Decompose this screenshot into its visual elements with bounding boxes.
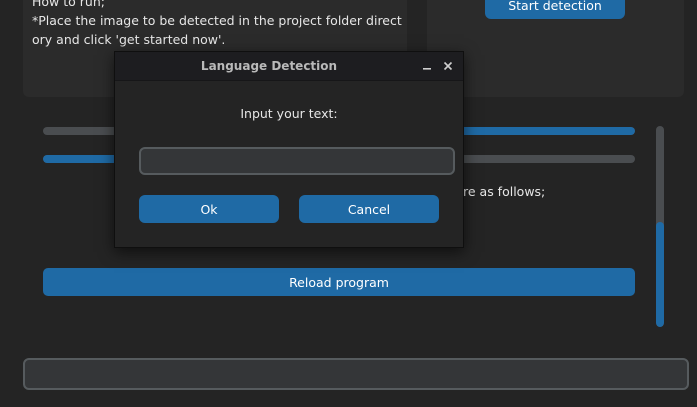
dialog-prompt: Input your text: [240,106,338,121]
text-input[interactable] [139,147,455,175]
ok-button[interactable]: Ok [139,195,279,223]
minimize-icon[interactable] [417,52,437,80]
scrollbar-thumb[interactable] [656,222,664,327]
language-detection-dialog: Language Detection Input your text: Ok C… [114,51,464,248]
dialog-title: Language Detection [200,59,338,73]
dialog-titlebar[interactable]: Language Detection [115,52,463,81]
bottom-entry-field[interactable] [23,358,689,390]
reload-program-button[interactable]: Reload program [43,268,635,296]
scrollbar[interactable] [656,126,664,327]
start-detection-button[interactable]: Start detection [485,0,625,19]
instructions-text: How to run; *Place the image to be detec… [32,0,402,47]
results-text: re as follows; [463,184,546,199]
cancel-button[interactable]: Cancel [299,195,439,223]
close-icon[interactable] [438,52,458,80]
